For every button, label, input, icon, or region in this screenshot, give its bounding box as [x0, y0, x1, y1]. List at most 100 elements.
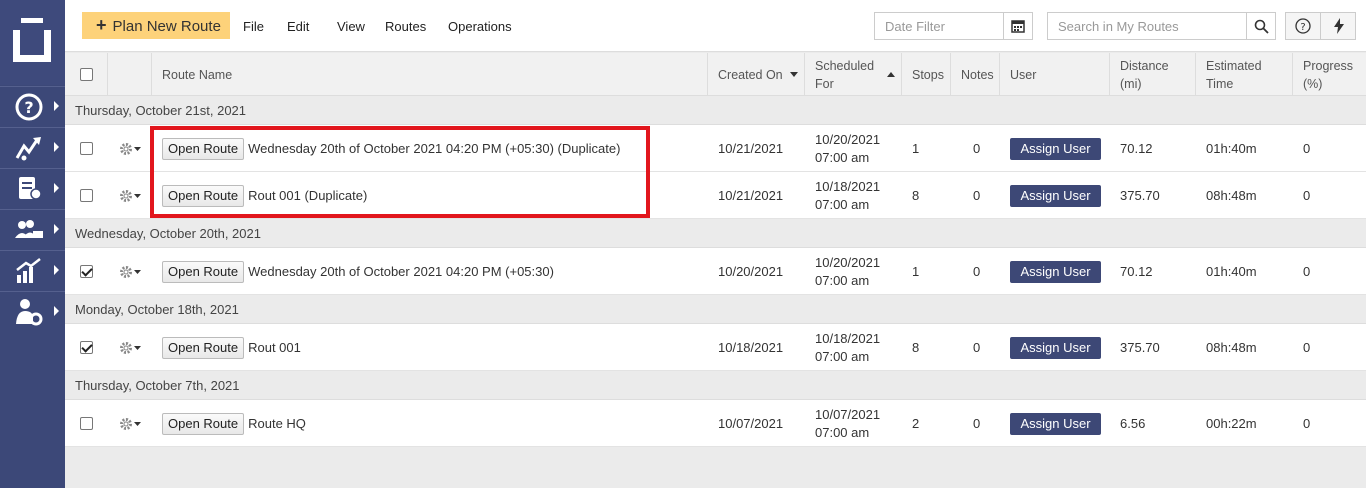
- assign-user-button[interactable]: Assign User: [1010, 184, 1101, 207]
- table-row[interactable]: Open Route Rout 001 (Duplicate) 10/21/2021…: [65, 172, 1366, 219]
- table-header: Route Name Created On Scheduled For Stops…: [65, 53, 1366, 96]
- menu-edit[interactable]: Edit: [287, 19, 309, 34]
- notes-cell: 0: [973, 141, 981, 156]
- row-checkbox-cell: [80, 324, 93, 371]
- table-row[interactable]: Open Route Wednesday 20th of October 2021…: [65, 248, 1366, 295]
- sidebar-item-user-settings[interactable]: [0, 291, 65, 331]
- gear-icon: [120, 189, 132, 202]
- row-checkbox[interactable]: [80, 417, 93, 430]
- question-icon: ?: [1295, 18, 1311, 34]
- table-row[interactable]: Open Route Route HQ 10/07/2021 10/07/2021 07…: [65, 400, 1366, 447]
- group-row: Wednesday, October 20th, 2021: [65, 219, 1366, 248]
- chevron-down-icon: [134, 421, 141, 426]
- date-filter-input[interactable]: Date Filter: [874, 12, 1004, 40]
- column-user[interactable]: User: [1000, 53, 1110, 96]
- open-route-button[interactable]: Open Route: [162, 137, 245, 160]
- row-actions-menu[interactable]: [119, 125, 141, 172]
- plus-icon: +: [96, 15, 107, 35]
- chevron-down-icon: [134, 193, 141, 198]
- route-name[interactable]: Rout 001: [248, 340, 301, 355]
- menu-view[interactable]: View: [337, 19, 365, 34]
- gear-icon: [120, 265, 132, 278]
- row-checkbox-cell: [80, 400, 93, 447]
- progress-cell: 0: [1303, 141, 1311, 156]
- row-actions-menu[interactable]: [119, 248, 141, 295]
- table-row[interactable]: Open Route Rout 001 10/18/2021 10/18/2021 07…: [65, 324, 1366, 371]
- row-checkbox[interactable]: [80, 265, 93, 278]
- menu-operations[interactable]: Operations: [448, 19, 512, 34]
- stops-cell: 8: [912, 340, 920, 355]
- created-on-cell: 10/20/2021: [718, 264, 784, 279]
- sidebar-item-analytics[interactable]: [0, 250, 65, 290]
- bolt-icon: [1334, 18, 1344, 34]
- actions-column: [108, 53, 152, 96]
- row-actions-menu[interactable]: [119, 400, 141, 447]
- menu-routes[interactable]: Routes: [385, 19, 426, 34]
- search-input[interactable]: Search in My Routes: [1047, 12, 1247, 40]
- distance-cell: 375.70: [1120, 340, 1160, 355]
- column-distance[interactable]: Distance (mi): [1110, 53, 1196, 96]
- row-checkbox[interactable]: [80, 142, 93, 155]
- scheduled-for-cell: 10/18/2021 07:00 am: [815, 330, 881, 364]
- scheduled-for-cell: 10/18/2021 07:00 am: [815, 178, 881, 212]
- empty-area: [65, 447, 1366, 488]
- row-checkbox[interactable]: [80, 341, 93, 354]
- menu-file[interactable]: File: [243, 19, 264, 34]
- row-checkbox[interactable]: [80, 189, 93, 202]
- open-route-button[interactable]: Open Route: [162, 184, 245, 207]
- sidebar-item-routes[interactable]: [0, 127, 65, 167]
- sidebar-item-help[interactable]: ?: [0, 86, 65, 126]
- open-route-button[interactable]: Open Route: [162, 412, 245, 435]
- assign-user-button[interactable]: Assign User: [1010, 137, 1101, 160]
- select-all-checkbox[interactable]: [79, 68, 93, 81]
- notes-cell: 0: [973, 264, 981, 279]
- progress-cell: 0: [1303, 188, 1311, 203]
- row-actions-menu[interactable]: [119, 324, 141, 371]
- row-actions-menu[interactable]: [119, 172, 141, 219]
- user-cell: Assign User: [1010, 324, 1101, 371]
- column-created-on[interactable]: Created On: [708, 53, 805, 96]
- route-name[interactable]: Wednesday 20th of October 2021 04:20 PM …: [248, 141, 620, 156]
- column-estimated-time[interactable]: Estimated Time: [1196, 53, 1293, 96]
- assign-user-button[interactable]: Assign User: [1010, 336, 1101, 359]
- open-route-button[interactable]: Open Route: [162, 336, 245, 359]
- calendar-button[interactable]: [1003, 12, 1033, 40]
- progress-cell: 0: [1303, 264, 1311, 279]
- table-row[interactable]: Open Route Wednesday 20th of October 2021…: [65, 125, 1366, 172]
- group-row: Thursday, October 7th, 2021: [65, 371, 1366, 400]
- stops-cell: 1: [912, 141, 920, 156]
- quick-actions-button[interactable]: [1320, 12, 1356, 40]
- progress-cell: 0: [1303, 340, 1311, 355]
- route-name-cell: Open Route Wednesday 20th of October 2021…: [162, 125, 702, 172]
- estimated-time-cell: 08h:48m: [1206, 188, 1257, 203]
- row-checkbox-cell: [80, 248, 93, 295]
- chevron-down-icon: [134, 146, 141, 151]
- help-button[interactable]: ?: [1285, 12, 1321, 40]
- route-name[interactable]: Rout 001 (Duplicate): [248, 188, 367, 203]
- select-all-cell: [65, 53, 108, 96]
- sidebar-item-team[interactable]: [0, 209, 65, 249]
- route-name[interactable]: Route HQ: [248, 416, 306, 431]
- sidebar-item-addressbook[interactable]: [0, 168, 65, 208]
- addressbook-icon: [19, 177, 42, 200]
- group-row: Monday, October 18th, 2021: [65, 295, 1366, 324]
- created-on-cell: 10/07/2021: [718, 416, 784, 431]
- chevron-down-icon: [134, 269, 141, 274]
- assign-user-button[interactable]: Assign User: [1010, 260, 1101, 283]
- column-notes[interactable]: Notes: [951, 53, 1000, 96]
- assign-user-button[interactable]: Assign User: [1010, 412, 1101, 435]
- logo-icon[interactable]: [0, 0, 65, 85]
- routes-icon: [15, 137, 41, 161]
- column-stops[interactable]: Stops: [902, 53, 951, 96]
- svg-text:?: ?: [24, 98, 33, 117]
- open-route-button[interactable]: Open Route: [162, 260, 245, 283]
- plan-new-route-button[interactable]: + Plan New Route: [82, 12, 230, 39]
- column-route-name[interactable]: Route Name: [152, 53, 708, 96]
- route-name[interactable]: Wednesday 20th of October 2021 04:20 PM …: [248, 264, 554, 279]
- column-scheduled-for[interactable]: Scheduled For: [805, 53, 902, 96]
- route-name-cell: Open Route Rout 001: [162, 324, 702, 371]
- column-progress[interactable]: Progress (%): [1293, 53, 1366, 96]
- notes-cell: 0: [973, 416, 981, 431]
- search-button[interactable]: [1246, 12, 1276, 40]
- notes-cell: 0: [973, 340, 981, 355]
